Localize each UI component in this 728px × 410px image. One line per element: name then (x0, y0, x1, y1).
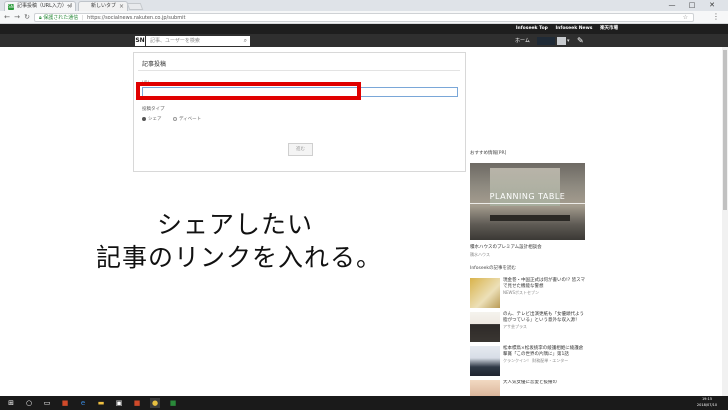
lock-icon: 🔒︎ (39, 15, 42, 21)
pr-source: 積水ハウス (470, 252, 490, 257)
article-text: 松本標鳥×松坂挑李の綾護相姫に綾護倉撃賞「この世界の片隅に」第1話 クランクイン… (503, 346, 585, 364)
taskbar-clock[interactable]: 19:15 2018/07/10 (692, 396, 722, 408)
pr-title-link[interactable]: 積水ハウスのプレミアム設計相談会 (470, 244, 542, 250)
post-type-label: 投稿タイプ (142, 107, 165, 112)
pr-image-rule (470, 203, 585, 204)
file-explorer-icon[interactable]: ▬ (96, 398, 106, 408)
top-links: Infoseek Top Infoseek News 楽天市場 (510, 25, 618, 33)
list-item[interactable]: 現金巻・中国正式は何が書いの!? 皆スマで見せた機能な警想 NEWSポストセブン (470, 278, 585, 308)
article-source: クランクイン！ 財務配単・エンター (503, 358, 569, 363)
post-type-group: シェア ディベート (142, 116, 211, 122)
article-title: 大人気女優に恋愛と抜擢の (503, 380, 557, 385)
article-source: アサ芸プラス (503, 324, 527, 329)
windows-taskbar (0, 396, 728, 410)
article-title: 現金巻・中国正式は何が書いの!? 皆スマで見せた機能な警想 (503, 278, 585, 289)
secure-label: 保護された通信 (43, 15, 79, 21)
site-logo[interactable]: SN (135, 36, 145, 46)
close-tab-icon[interactable]: × (67, 2, 72, 11)
bookmark-star-icon[interactable]: ☆ (683, 14, 688, 22)
tab-new[interactable]: 新しいタブ × (78, 1, 128, 11)
app-icon[interactable]: ■ (132, 398, 142, 408)
article-text: のん、テレビ出演更紙も「女優頭代よう脂がつている」という意外な収入源！ アサ芸プ… (503, 312, 585, 330)
search-icon[interactable]: ○ (24, 398, 34, 408)
article-text: 現金巻・中国正式は何が書いの!? 皆スマで見せた機能な警想 NEWSポストセブン (503, 278, 585, 296)
excel-icon[interactable]: ■ (168, 398, 178, 408)
home-link[interactable]: ホーム (515, 37, 530, 45)
store-icon[interactable]: ▣ (114, 398, 124, 408)
address-bar[interactable]: 🔒︎ 保護された通信 | https://socialnews.rakuten.… (34, 13, 694, 22)
tab-submit[interactable]: SN 記事投稿（URL入力）- I × (4, 1, 76, 11)
compose-icon[interactable]: ✎ (577, 36, 584, 46)
reload-icon[interactable]: ↻ (22, 12, 32, 22)
article-thumbnail (470, 346, 500, 376)
related-section-label: Infoseekの記事を読む (470, 266, 517, 271)
scrollbar-thumb[interactable] (723, 50, 727, 210)
caption-line-2: 記事のリンクを入れる。 (96, 243, 383, 272)
list-item[interactable]: 松本標鳥×松坂挑李の綾護相姫に綾護倉撃賞「この世界の片隅に」第1話 クランクイン… (470, 346, 585, 376)
close-tab-icon[interactable]: × (119, 2, 124, 11)
radio-on-icon (142, 116, 146, 121)
url-highlight-annotation (136, 82, 361, 100)
site-top-bar: Infoseek Top Infoseek News 楽天市場 (0, 24, 728, 34)
edge-icon[interactable]: e (78, 398, 88, 408)
radio-off-icon (172, 116, 177, 121)
avatar[interactable] (557, 37, 566, 45)
minimize-button[interactable]: — (664, 0, 680, 11)
site-search-input[interactable]: 記事、ユーザーを検索 ⌕ (146, 36, 250, 46)
powerpoint-icon[interactable]: ■ (60, 398, 70, 408)
link-rakuten[interactable]: 楽天市場 (600, 26, 618, 31)
link-infoseek-news[interactable]: Infoseek News (555, 26, 592, 31)
browser-toolbar: ← → ↻ 🔒︎ 保護された通信 | https://socialnews.ra… (0, 11, 728, 24)
close-window-button[interactable]: ✕ (704, 0, 720, 11)
browser-menu-icon[interactable]: ⋮ (712, 12, 720, 22)
clock-date: 2018/07/10 (696, 403, 718, 407)
article-text: 大人気女優に恋愛と抜擢の (503, 380, 585, 386)
article-thumbnail (470, 380, 500, 396)
chrome-icon[interactable]: ● (150, 398, 160, 408)
link-infoseek-top[interactable]: Infoseek Top (516, 26, 548, 31)
search-placeholder: 記事、ユーザーを検索 (150, 38, 200, 44)
site-nav-bar (0, 34, 728, 47)
favicon-sn: SN (8, 4, 14, 10)
pr-image[interactable]: PLANNING TABLE (470, 163, 585, 240)
article-title: のん、テレビ出演更紙も「女優頭代よう脂がつている」という意外な収入源！ (503, 312, 584, 323)
caption-line-1: シェアしたい (156, 210, 313, 239)
list-item[interactable]: のん、テレビ出演更紙も「女優頭代よう脂がつている」という意外な収入源！ アサ芸プ… (470, 312, 585, 342)
windows-start-icon[interactable]: ⊞ (6, 398, 16, 408)
list-item[interactable]: 大人気女優に恋愛と抜擢の (470, 380, 585, 396)
url-text: https://socialnews.rakuten.co.jp/submit (87, 15, 186, 21)
article-thumbnail (470, 278, 500, 308)
tab-title: 新しいタブ (91, 3, 117, 9)
chevron-down-icon[interactable]: ▾ (567, 37, 570, 45)
browser-titlebar: SN 記事投稿（URL入力）- I × 新しいタブ × — □ ✕ (0, 0, 728, 11)
article-thumbnail (470, 312, 500, 342)
forward-icon[interactable]: → (12, 12, 22, 22)
article-source: NEWSポストセブン (503, 290, 540, 295)
pr-image-text: PLANNING TABLE (489, 192, 566, 201)
task-view-icon[interactable]: ▭ (42, 398, 52, 408)
next-button[interactable]: 進む (288, 143, 313, 156)
divider (138, 70, 460, 71)
radio-share-label: シェア (148, 117, 162, 122)
new-tab-button[interactable] (126, 3, 144, 10)
radio-debate[interactable]: ディベート (172, 116, 202, 122)
maximize-button[interactable]: □ (684, 0, 700, 11)
notification-box[interactable] (537, 37, 555, 45)
search-icon[interactable]: ⌕ (244, 36, 247, 46)
article-title: 松本標鳥×松坂挑李の綾護相姫に綾護倉撃賞「この世界の片隅に」第1話 (503, 346, 584, 357)
radio-debate-label: ディベート (178, 117, 202, 122)
page-title: 記事投稿 (142, 61, 167, 68)
pr-section-label: おすすめ情報[PR] (470, 151, 507, 156)
tab-title: 記事投稿（URL入力）- I (17, 3, 72, 9)
back-icon[interactable]: ← (2, 12, 12, 22)
radio-share[interactable]: シェア (142, 116, 162, 122)
pr-image-table (490, 215, 570, 221)
separator: | (81, 15, 84, 21)
